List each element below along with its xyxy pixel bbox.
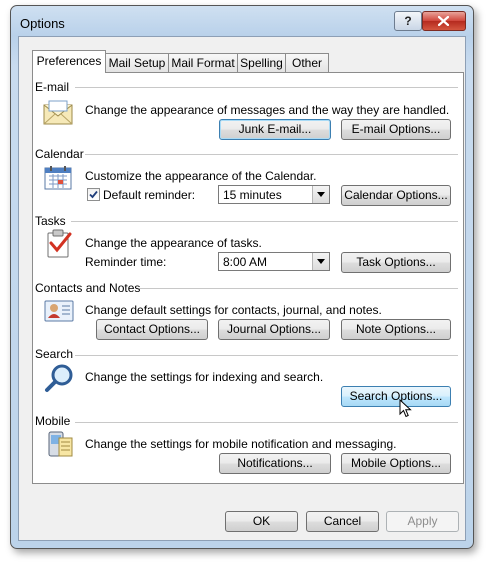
email-options-button[interactable]: E-mail Options... [341, 119, 451, 140]
reminder-time-value: 8:00 AM [223, 255, 268, 269]
checkmark-icon [89, 190, 98, 199]
options-dialog: Options ? Preferences Mail Setup Mail Fo… [10, 5, 474, 549]
preferences-panel: E-mail Change the appearance of messages… [32, 72, 464, 484]
search-description: Change the settings for indexing and sea… [85, 370, 324, 384]
close-button[interactable] [422, 11, 466, 31]
calendar-separator [85, 154, 458, 155]
tab-mail-format[interactable]: Mail Format [168, 53, 238, 72]
tasks-description: Change the appearance of tasks. [85, 236, 262, 250]
reminder-time-label: Reminder time: [85, 255, 167, 269]
email-section-title: E-mail [35, 80, 70, 94]
email-separator [75, 87, 458, 88]
contacts-separator [139, 288, 458, 289]
contacts-section-title: Contacts and Notes [35, 281, 141, 295]
junk-email-button[interactable]: Junk E-mail... [219, 119, 331, 140]
dialog-client-area: Preferences Mail Setup Mail Format Spell… [18, 36, 466, 541]
default-reminder-value: 15 minutes [223, 188, 282, 202]
envelope-icon [43, 100, 73, 125]
mobile-section-title: Mobile [35, 414, 71, 428]
default-reminder-checkbox[interactable] [87, 188, 100, 201]
mouse-pointer-icon [399, 399, 412, 418]
reminder-time-dropdown-arrow[interactable] [312, 253, 329, 270]
magnifier-icon [45, 364, 73, 392]
email-description: Change the appearance of messages and th… [85, 103, 450, 117]
calendar-icon [44, 166, 72, 190]
contact-card-icon [44, 300, 74, 322]
mobile-separator [75, 422, 458, 423]
search-section-title: Search [35, 347, 74, 361]
ok-button[interactable]: OK [225, 511, 298, 532]
chevron-down-icon [317, 192, 325, 197]
chevron-down-icon [317, 259, 325, 264]
tasks-section-title: Tasks [35, 214, 66, 228]
close-icon [438, 16, 449, 26]
search-separator [75, 355, 458, 356]
mobile-options-button[interactable]: Mobile Options... [341, 453, 451, 474]
tab-spelling[interactable]: Spelling [237, 53, 286, 72]
contacts-description: Change default settings for contacts, jo… [85, 303, 382, 317]
default-reminder-select[interactable]: 15 minutes [218, 185, 330, 204]
notifications-button[interactable]: Notifications... [219, 453, 331, 474]
apply-button[interactable]: Apply [386, 511, 459, 532]
cancel-button[interactable]: Cancel [306, 511, 379, 532]
tasks-separator [71, 221, 458, 222]
mobile-description: Change the settings for mobile notificat… [85, 437, 397, 451]
task-options-button[interactable]: Task Options... [341, 252, 451, 273]
calendar-options-button[interactable]: Calendar Options... [341, 185, 451, 206]
tab-preferences[interactable]: Preferences [32, 50, 106, 73]
tab-other[interactable]: Other [285, 53, 329, 72]
help-button[interactable]: ? [394, 11, 422, 31]
note-options-button[interactable]: Note Options... [341, 319, 451, 340]
task-clipboard-icon [47, 229, 72, 258]
reminder-time-select[interactable]: 8:00 AM [218, 252, 330, 271]
calendar-section-title: Calendar [35, 147, 84, 161]
tab-mail-setup[interactable]: Mail Setup [105, 53, 169, 72]
journal-options-button[interactable]: Journal Options... [218, 319, 330, 340]
mobile-device-icon [48, 431, 73, 457]
help-icon: ? [404, 14, 412, 28]
search-options-button[interactable]: Search Options... [341, 386, 451, 407]
default-reminder-label: Default reminder: [103, 188, 196, 202]
calendar-description: Customize the appearance of the Calendar… [85, 169, 317, 183]
contact-options-button[interactable]: Contact Options... [96, 319, 208, 340]
window-title: Options [20, 16, 65, 31]
reminder-dropdown-arrow[interactable] [312, 186, 329, 203]
